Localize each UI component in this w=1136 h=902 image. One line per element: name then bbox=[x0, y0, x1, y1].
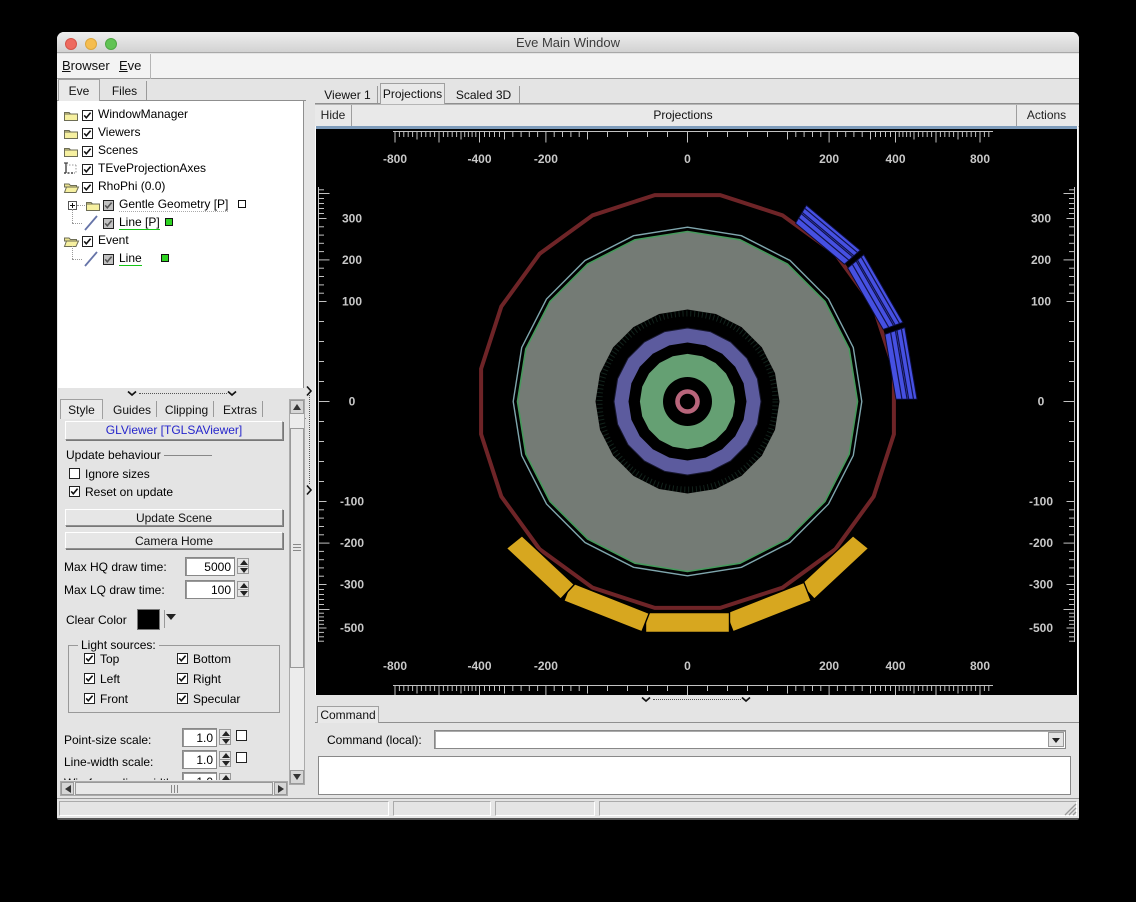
svg-text:200: 200 bbox=[1031, 253, 1051, 267]
svg-text:-400: -400 bbox=[467, 152, 491, 166]
svg-text:100: 100 bbox=[342, 295, 362, 309]
svg-text:-800: -800 bbox=[383, 152, 407, 166]
svg-text:300: 300 bbox=[342, 212, 362, 226]
svg-text:800: 800 bbox=[970, 659, 990, 673]
svg-text:0: 0 bbox=[1038, 395, 1045, 409]
svg-text:-500: -500 bbox=[1029, 621, 1053, 635]
svg-text:-500: -500 bbox=[340, 621, 364, 635]
svg-text:-200: -200 bbox=[340, 536, 364, 550]
svg-text:-300: -300 bbox=[340, 578, 364, 592]
svg-text:800: 800 bbox=[970, 152, 990, 166]
svg-text:-800: -800 bbox=[383, 659, 407, 673]
svg-text:-200: -200 bbox=[1029, 536, 1053, 550]
svg-text:-400: -400 bbox=[467, 659, 491, 673]
svg-text:200: 200 bbox=[342, 253, 362, 267]
svg-text:-100: -100 bbox=[340, 495, 364, 509]
svg-text:0: 0 bbox=[684, 659, 691, 673]
svg-text:0: 0 bbox=[349, 395, 356, 409]
svg-text:400: 400 bbox=[885, 659, 905, 673]
svg-text:-100: -100 bbox=[1029, 495, 1053, 509]
svg-text:200: 200 bbox=[819, 152, 839, 166]
svg-text:300: 300 bbox=[1031, 212, 1051, 226]
svg-text:200: 200 bbox=[819, 659, 839, 673]
svg-text:0: 0 bbox=[684, 152, 691, 166]
svg-text:100: 100 bbox=[1031, 295, 1051, 309]
svg-text:400: 400 bbox=[885, 152, 905, 166]
svg-text:-200: -200 bbox=[534, 659, 558, 673]
svg-text:-200: -200 bbox=[534, 152, 558, 166]
svg-text:-300: -300 bbox=[1029, 578, 1053, 592]
